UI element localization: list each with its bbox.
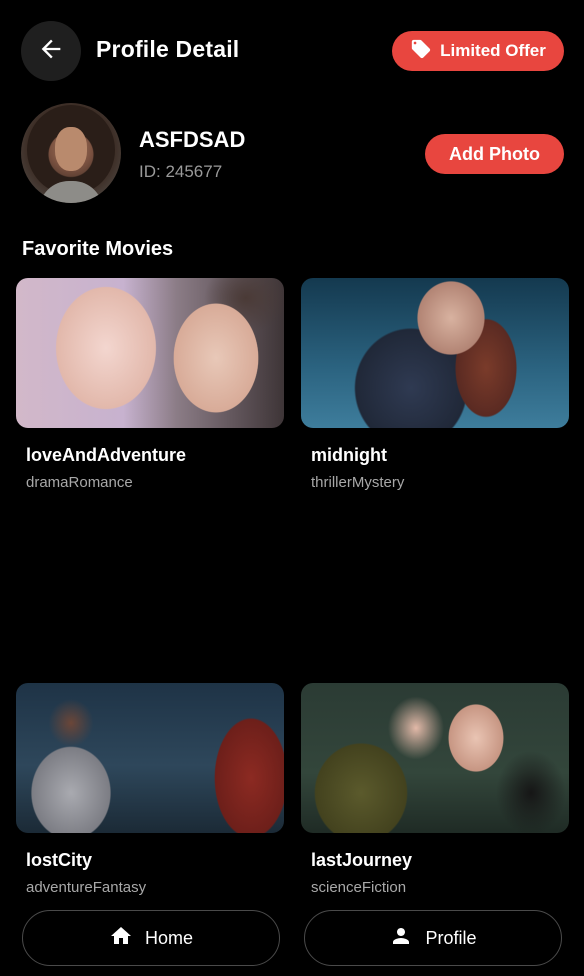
movie-poster[interactable] bbox=[16, 278, 284, 428]
movie-genre: dramaRomance bbox=[26, 474, 133, 491]
tag-icon bbox=[410, 38, 432, 65]
add-photo-button[interactable]: Add Photo bbox=[425, 134, 564, 174]
movie-poster[interactable] bbox=[301, 278, 569, 428]
movie-title: lastJourney bbox=[311, 850, 413, 870]
user-id: ID: 245677 bbox=[139, 162, 223, 181]
limited-offer-label: Limited Offer bbox=[440, 41, 546, 60]
avatar[interactable] bbox=[21, 103, 121, 203]
movie-title: loveAndAdventure bbox=[26, 445, 187, 465]
home-icon bbox=[109, 924, 133, 953]
movie-genre: scienceFiction bbox=[311, 879, 407, 896]
movie-card[interactable]: midnight thrillerMystery bbox=[301, 278, 569, 491]
movie-card[interactable]: loveAndAdventure dramaRomance bbox=[16, 278, 284, 491]
movie-genre: adventureFantasy bbox=[26, 879, 147, 896]
home-nav-button[interactable]: Home bbox=[22, 910, 280, 966]
arrow-left-icon bbox=[37, 35, 65, 68]
back-button[interactable] bbox=[21, 21, 81, 81]
limited-offer-button[interactable]: Limited Offer bbox=[392, 31, 564, 71]
movie-card[interactable]: lostCity adventureFantasy bbox=[16, 683, 284, 896]
page-title: Profile Detail bbox=[96, 36, 240, 62]
profile-nav-button[interactable]: Profile bbox=[304, 910, 562, 966]
movie-poster[interactable] bbox=[301, 683, 569, 833]
header: Profile Detail Limited Offer bbox=[0, 0, 584, 100]
movie-card[interactable]: lastJourney scienceFiction bbox=[301, 683, 569, 896]
user-name: ASFDSAD bbox=[139, 127, 246, 152]
movie-poster[interactable] bbox=[16, 683, 284, 833]
movie-genre: thrillerMystery bbox=[311, 474, 405, 491]
movie-title: lostCity bbox=[26, 850, 93, 870]
profile-nav-label: Profile bbox=[425, 927, 477, 948]
person-icon bbox=[389, 924, 413, 953]
favorite-movies-heading: Favorite Movies bbox=[22, 238, 174, 260]
movie-title: midnight bbox=[311, 445, 387, 465]
home-nav-label: Home bbox=[144, 927, 193, 948]
